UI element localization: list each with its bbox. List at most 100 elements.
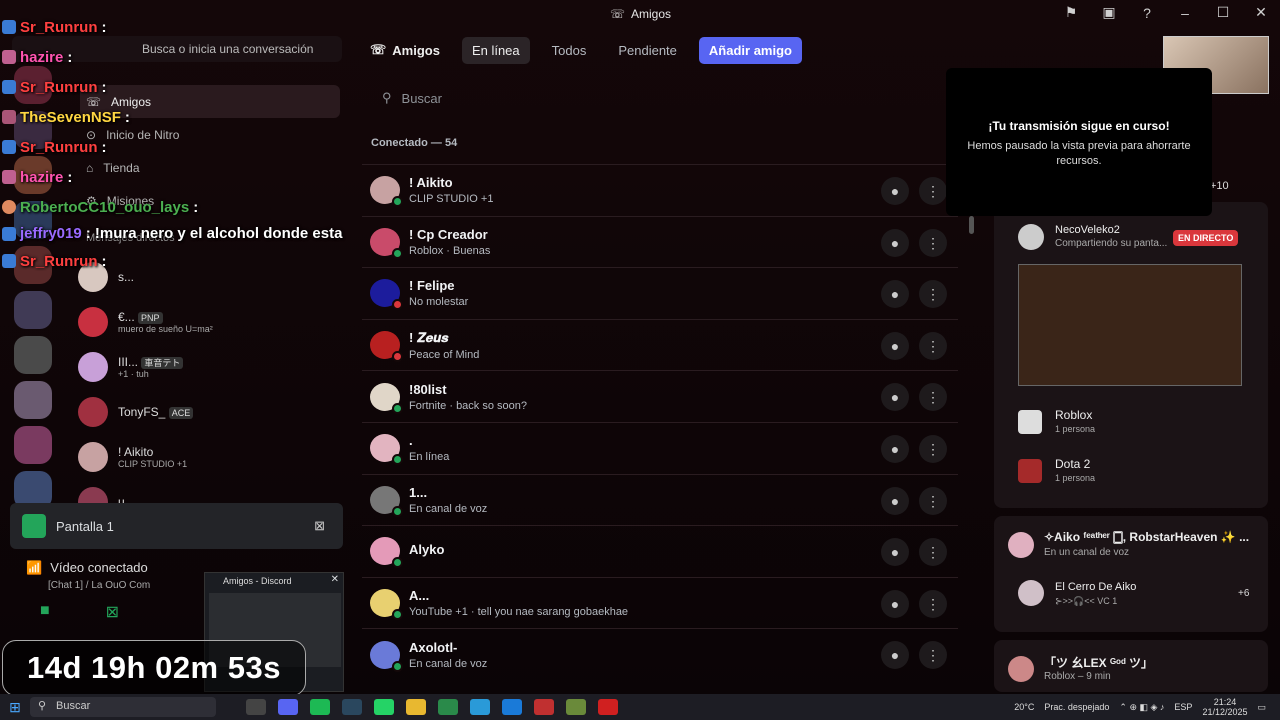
friend-row[interactable]: ! 𝒁𝒆𝒖𝒔 Peace of Mind ● ⋮	[362, 318, 958, 371]
friend-row[interactable]: 1... En canal de voz ● ⋮	[362, 473, 958, 526]
friend-name: .	[409, 433, 413, 449]
screen-share-panel[interactable]: Pantalla 1 ⊠	[10, 503, 343, 549]
app-icon[interactable]	[470, 699, 490, 715]
add-friend-button[interactable]: Añadir amigo	[698, 36, 802, 64]
status-dot	[392, 660, 403, 672]
friends-tabs: ☏ Amigos En línea Todos Pendiente Añadir …	[360, 36, 802, 64]
task-view-icon[interactable]	[246, 699, 266, 715]
help-icon[interactable]: ?	[1128, 5, 1166, 21]
status-dot	[392, 454, 403, 466]
chat-line: jeffry019: !mura nero y el alcohol donde…	[2, 222, 347, 246]
taskbar-search[interactable]: ⚲ Buscar	[30, 697, 216, 717]
file-explorer-icon[interactable]	[406, 699, 426, 715]
game-activity-card[interactable]: 「ツ 幺LEX ᴳᵒᵈ ツ」 Roblox – 9 min	[994, 640, 1268, 692]
friend-status: No molestar	[409, 296, 469, 309]
more-icon[interactable]: ⋮	[919, 228, 947, 257]
game-activity[interactable]: Dota 2 1 persona	[1018, 457, 1258, 497]
inbox-icon[interactable]: ▣	[1090, 4, 1128, 21]
scrollbar[interactable]	[969, 216, 974, 234]
message-icon[interactable]: ●	[881, 434, 909, 463]
notification-icon[interactable]: ▭	[1257, 702, 1266, 713]
tab-all[interactable]: Todos	[542, 37, 597, 64]
friend-row[interactable]: Alyko ● ⋮	[362, 525, 958, 577]
obs-icon[interactable]	[534, 699, 554, 715]
more-icon[interactable]: ⋮	[919, 538, 947, 567]
game-activity[interactable]: Roblox 1 persona	[1018, 408, 1258, 448]
close-icon[interactable]: ✕	[331, 574, 339, 585]
friend-row[interactable]: . En línea ● ⋮	[362, 421, 958, 474]
edge-icon[interactable]	[502, 699, 522, 715]
avatar	[370, 434, 403, 466]
share-screen-icon[interactable]: ⊠	[106, 602, 119, 622]
message-icon[interactable]: ●	[881, 486, 909, 515]
more-icon[interactable]: ⋮	[919, 177, 947, 205]
tab-online[interactable]: En línea	[461, 36, 530, 64]
message-icon[interactable]: ●	[881, 177, 909, 205]
message-icon[interactable]: ●	[881, 228, 909, 257]
avatar	[78, 351, 108, 382]
minecraft-icon[interactable]	[566, 699, 586, 715]
spotify-icon[interactable]	[310, 699, 330, 715]
discord-icon[interactable]	[278, 699, 298, 715]
dm-list: s... €... PNP muero de sueño U=ma² III...…	[78, 254, 348, 524]
stream-preview[interactable]	[1018, 264, 1242, 386]
server-icon[interactable]	[14, 426, 52, 464]
dm-item[interactable]: III... 車音テト +1 · tuh	[78, 344, 348, 389]
message-icon[interactable]: ●	[881, 589, 909, 618]
stop-stream-icon[interactable]: ⊠	[314, 518, 325, 534]
whatsapp-icon[interactable]	[374, 699, 394, 715]
status-dot	[392, 247, 403, 259]
chat-line: Sr_Runrun:	[2, 72, 347, 102]
tab-pending[interactable]: Pendiente	[608, 37, 687, 64]
friend-row[interactable]: A... YouTube +1 · tell you nae sarang gob…	[362, 576, 958, 629]
friend-row[interactable]: ! Felipe No molestar ● ⋮	[362, 267, 958, 319]
activity-title: 「ツ 幺LEX ᴳᵒᵈ ツ」	[1044, 656, 1153, 670]
chat-line: Sr_Runrun:	[2, 12, 347, 42]
dm-item[interactable]: €... PNP muero de sueño U=ma²	[78, 299, 348, 344]
more-icon[interactable]: ⋮	[919, 486, 947, 515]
friend-row[interactable]: !80list Fortnite · back so soon? ● ⋮	[362, 370, 958, 422]
close-button[interactable]: ✕	[1242, 4, 1280, 21]
friend-status: Peace of Mind	[409, 348, 480, 361]
more-icon[interactable]: ⋮	[919, 589, 947, 618]
friend-status: En canal de voz	[409, 657, 488, 670]
roblox-icon	[1018, 410, 1042, 434]
more-icon[interactable]: ⋮	[919, 434, 947, 463]
minimize-button[interactable]: –	[1166, 5, 1204, 21]
friend-name: !80list	[409, 381, 447, 397]
badge-icon	[2, 80, 16, 94]
notice-body: Hemos pausado la vista previa para ahorr…	[967, 140, 1191, 167]
more-icon[interactable]: ⋮	[919, 641, 947, 670]
windows-start-icon[interactable]: ⊞	[0, 699, 30, 716]
flag-icon[interactable]: ⚑	[1052, 4, 1090, 21]
language[interactable]: ESP	[1174, 702, 1192, 712]
friend-row[interactable]: Axolotl- En canal de voz ● ⋮	[362, 628, 958, 680]
more-icon[interactable]: ⋮	[919, 383, 947, 412]
xbox-icon[interactable]	[438, 699, 458, 715]
friend-row[interactable]: ! Cp Creador Roblox · Buenas ● ⋮	[362, 215, 958, 268]
message-icon[interactable]: ●	[881, 331, 909, 360]
more-icon[interactable]: ⋮	[919, 331, 947, 360]
tray-icons[interactable]: ⌃ ⊕ ◧ ◈ ♪	[1119, 702, 1164, 713]
camera-icon[interactable]: ■	[40, 602, 50, 622]
dm-item[interactable]: TonyFS_ ACE	[78, 389, 348, 434]
server-icon[interactable]	[14, 291, 52, 329]
server-icon[interactable]	[14, 336, 52, 374]
steam-icon[interactable]	[342, 699, 362, 715]
server-icon[interactable]	[14, 381, 52, 419]
friends-search[interactable]: ⚲ Buscar	[370, 84, 950, 112]
chat-user: jeffry019	[20, 225, 82, 242]
message-icon[interactable]: ●	[881, 280, 909, 309]
message-icon[interactable]: ●	[881, 641, 909, 670]
dm-item[interactable]: ! Aikito CLIP STUDIO +1	[78, 434, 348, 479]
clock[interactable]: 21:24 21/12/2025	[1202, 697, 1247, 717]
more-icon[interactable]: ⋮	[919, 280, 947, 309]
voice-activity-sub: En un canal de voz	[1044, 547, 1130, 558]
app-icon[interactable]	[598, 699, 618, 715]
maximize-button[interactable]: ☐	[1204, 4, 1242, 21]
chat-user: Sr_Runrun	[20, 78, 98, 96]
message-icon[interactable]: ●	[881, 538, 909, 567]
friend-row[interactable]: ! Aikito CLIP STUDIO +1 ● ⋮	[362, 164, 958, 216]
voice-activity-card[interactable]: ✧Aiko ᶠᵉᵃᵗʰᵉʳ 🀆, RobstarHeaven ✨ ... En …	[994, 516, 1268, 632]
message-icon[interactable]: ●	[881, 383, 909, 412]
